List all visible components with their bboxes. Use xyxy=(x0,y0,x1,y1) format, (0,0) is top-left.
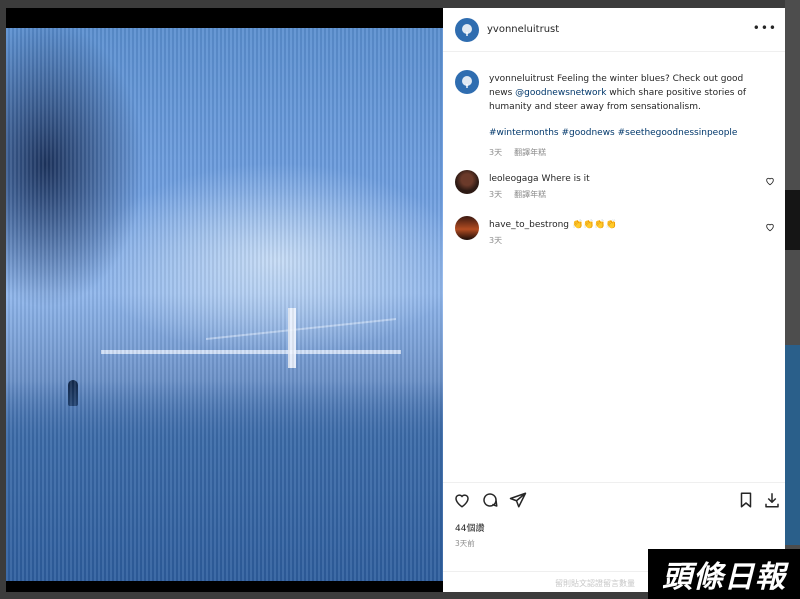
comment-translate[interactable]: 翻譯年糕 xyxy=(514,188,546,202)
more-options-button[interactable]: ••• xyxy=(753,21,777,35)
backdrop-strip xyxy=(785,345,800,545)
comment-body: have_to_bestrong 👏👏👏👏 3天 xyxy=(489,218,759,248)
watermark-text: 頭條日報 xyxy=(662,560,786,595)
commenter-avatar[interactable] xyxy=(455,170,479,194)
comment-meta: 3天 翻譯年糕 xyxy=(489,188,759,202)
caption-username[interactable]: yvonneluitrust xyxy=(489,74,554,84)
bookmark-icon xyxy=(740,492,752,508)
post-actions xyxy=(453,491,527,509)
download-button[interactable] xyxy=(763,491,781,513)
post-media-area xyxy=(6,8,443,592)
comment-time[interactable]: 3天 xyxy=(489,234,502,248)
backdrop-strip xyxy=(785,190,800,250)
comment-text: 👏👏👏👏 xyxy=(572,220,617,230)
comment-meta: 3天 xyxy=(489,234,759,248)
post-date: 3天前 xyxy=(455,539,475,548)
author-username[interactable]: yvonneluitrust xyxy=(487,24,559,35)
caption-translate[interactable]: 翻譯年糕 xyxy=(514,146,546,160)
comment-body: leoleogaga Where is it 3天 翻譯年糕 xyxy=(489,172,759,202)
like-comment-heart-icon[interactable] xyxy=(765,176,775,186)
comment-input-placeholder: 留則貼文認證留言數量 xyxy=(555,579,635,588)
like-heart-icon[interactable] xyxy=(453,491,471,509)
share-send-icon[interactable] xyxy=(509,491,527,509)
caption-hashtags[interactable]: #wintermonths #goodnews #seethegoodnessi… xyxy=(489,126,759,140)
comment-username[interactable]: have_to_bestrong xyxy=(489,220,569,230)
caption-time[interactable]: 3天 xyxy=(489,146,502,160)
post-photo[interactable] xyxy=(6,28,443,581)
tree-logo-icon xyxy=(462,23,472,36)
comment-time[interactable]: 3天 xyxy=(489,188,502,202)
tree-logo-icon xyxy=(462,76,472,88)
caption-meta: 3天 翻譯年糕 xyxy=(489,146,759,160)
comment-bubble-icon[interactable] xyxy=(481,491,499,509)
caption-mention[interactable]: @goodnewsnetwork xyxy=(515,88,606,98)
author-avatar[interactable] xyxy=(455,17,479,42)
caption-body: yvonneluitrust Feeling the winter blues? … xyxy=(489,72,759,160)
post-header: yvonneluitrust ••• xyxy=(443,8,785,52)
caption-avatar[interactable] xyxy=(455,70,479,94)
like-count[interactable]: 44個讚 xyxy=(455,521,484,534)
photo-texture xyxy=(6,28,443,581)
download-icon xyxy=(765,493,779,508)
commenter-avatar[interactable] xyxy=(455,216,479,240)
comment-username[interactable]: leoleogaga xyxy=(489,174,539,184)
post-side-panel: yvonneluitrust ••• yvonneluitrust Feeling… xyxy=(443,8,785,592)
like-comment-heart-icon[interactable] xyxy=(765,222,775,232)
watermark-logo: 頭條日報 xyxy=(648,549,800,599)
save-bookmark-button[interactable] xyxy=(737,491,755,513)
comment-text: Where is it xyxy=(541,174,590,184)
backdrop xyxy=(785,0,800,599)
